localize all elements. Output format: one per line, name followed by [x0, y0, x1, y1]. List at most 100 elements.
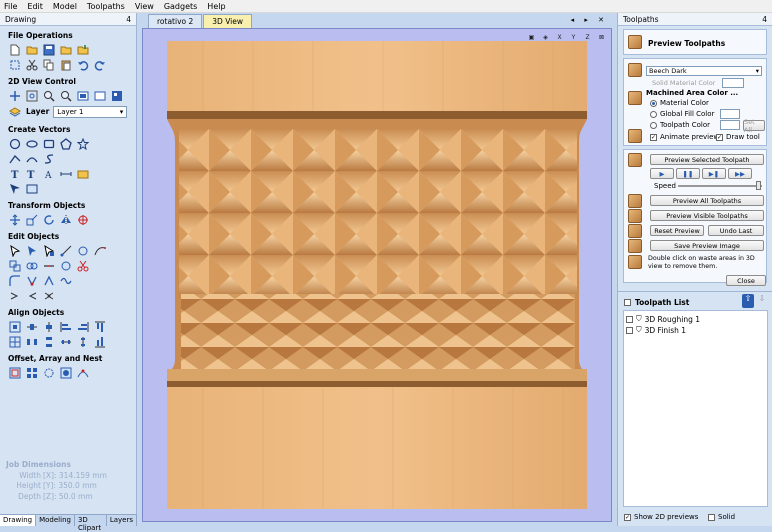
step-button[interactable]: ▶❚	[702, 168, 726, 179]
tab-controls[interactable]: ◂ ▸ ✕	[571, 16, 608, 24]
mirror-icon[interactable]	[59, 213, 73, 226]
close-button[interactable]: Close	[726, 275, 766, 286]
zoom-in-icon[interactable]	[42, 89, 56, 102]
global-fill-radio[interactable]	[650, 111, 657, 118]
job-setup-icon[interactable]	[8, 58, 22, 71]
curve-fit-icon[interactable]	[42, 274, 56, 287]
dogbone-icon[interactable]	[25, 274, 39, 287]
speed-slider-thumb[interactable]	[756, 181, 761, 190]
dimension-icon[interactable]	[59, 167, 73, 180]
arc-tool-icon[interactable]	[25, 152, 39, 165]
offset-icon[interactable]	[8, 366, 22, 379]
copy-along-icon[interactable]	[76, 366, 90, 379]
fillet-icon[interactable]	[8, 274, 22, 287]
set-all-button[interactable]: Set All	[743, 118, 765, 134]
smooth-icon[interactable]	[59, 274, 73, 287]
ungroup-icon[interactable]	[25, 259, 39, 272]
material-color-radio[interactable]	[650, 100, 657, 107]
draw-tool-checkbox[interactable]: ✓	[716, 134, 723, 141]
align-v-center-icon[interactable]	[42, 320, 56, 333]
curve-tool-icon[interactable]	[42, 152, 56, 165]
show-2d-previews-checkbox[interactable]: ✓	[624, 514, 631, 521]
move-up-icon[interactable]: ⇧	[742, 294, 754, 308]
speed-slider[interactable]	[678, 185, 762, 187]
tab-3d-view[interactable]: 3D View	[203, 14, 252, 28]
menu-edit[interactable]: Edit	[27, 2, 43, 11]
space-v-icon[interactable]	[76, 335, 90, 348]
zoom-box-icon[interactable]	[25, 89, 39, 102]
node-edit-icon[interactable]	[25, 244, 39, 257]
menu-model[interactable]: Model	[53, 2, 77, 11]
copy-icon[interactable]	[42, 58, 56, 71]
rectangle-tool-icon[interactable]	[42, 137, 56, 150]
distribute-v-icon[interactable]	[42, 335, 56, 348]
iso-view-icon[interactable]: ◈	[540, 32, 551, 43]
align-center-icon[interactable]	[8, 320, 22, 333]
offset-edit-icon[interactable]	[76, 244, 90, 257]
nest-icon[interactable]	[59, 366, 73, 379]
new-file-icon[interactable]	[8, 43, 22, 56]
pan-icon[interactable]	[8, 89, 22, 102]
preview-all-button[interactable]: Preview All Toolpaths	[650, 195, 764, 206]
menu-view[interactable]: View	[135, 2, 154, 11]
text-tool-icon[interactable]: T	[8, 167, 22, 180]
group-icon[interactable]	[8, 259, 22, 272]
draw-shape-icon[interactable]	[8, 182, 22, 195]
toolpath-item[interactable]: ⛉ 3D Finish 1	[626, 325, 686, 335]
join-icon[interactable]	[42, 259, 56, 272]
view-y-icon[interactable]: Y	[568, 32, 579, 43]
bool-add-icon[interactable]	[8, 289, 22, 302]
view-tiles-icon[interactable]	[110, 89, 124, 102]
star-tool-icon[interactable]	[76, 137, 90, 150]
menu-file[interactable]: File	[4, 2, 17, 11]
cut-icon[interactable]	[25, 58, 39, 71]
select-icon[interactable]	[8, 244, 22, 257]
save-preview-button[interactable]: Save Preview Image	[650, 240, 764, 251]
preview-visible-button[interactable]: Preview Visible Toolpaths	[650, 210, 764, 221]
align-bottom-icon[interactable]	[93, 335, 107, 348]
toolpath-item[interactable]: ⛉ 3D Roughing 1	[626, 314, 700, 324]
toolpath-list-checkbox[interactable]	[624, 299, 631, 306]
animate-preview-checkbox[interactable]: ✓	[650, 134, 657, 141]
text-on-curve-icon[interactable]: T	[25, 167, 39, 180]
array-icon[interactable]	[25, 366, 39, 379]
tab-modeling[interactable]: Modeling	[36, 515, 75, 526]
tab-3d-clipart[interactable]: 3D Clipart	[75, 515, 107, 532]
material-select[interactable]: Beech Dark ▾	[646, 66, 762, 76]
tab-layers[interactable]: Layers	[107, 515, 137, 526]
menu-help[interactable]: Help	[207, 2, 225, 11]
bezier-icon[interactable]	[93, 244, 107, 257]
pin-icon[interactable]: 4	[762, 15, 767, 24]
image-tool-icon[interactable]	[25, 182, 39, 195]
open-file-icon[interactable]	[25, 43, 39, 56]
toolpath-item-checkbox[interactable]	[626, 326, 633, 334]
set-position-icon[interactable]	[76, 213, 90, 226]
distribute-h-icon[interactable]	[25, 335, 39, 348]
3d-view-canvas[interactable]: ▣ ◈ X Y Z ⊠	[142, 28, 612, 522]
trim-icon[interactable]	[76, 259, 90, 272]
redo-icon[interactable]	[93, 58, 107, 71]
circular-array-icon[interactable]	[42, 366, 56, 379]
toolpath-item-checkbox[interactable]	[626, 315, 633, 323]
pin-icon[interactable]: 4	[126, 15, 131, 24]
scale-icon[interactable]	[25, 213, 39, 226]
align-middle-icon[interactable]	[8, 335, 22, 348]
menu-gadgets[interactable]: Gadgets	[164, 2, 197, 11]
view-x-icon[interactable]: X	[554, 32, 565, 43]
interactive-select-icon[interactable]	[42, 244, 56, 257]
save-icon[interactable]	[42, 43, 56, 56]
solid-color-swatch[interactable]	[722, 78, 744, 88]
preview-selected-button[interactable]: Preview Selected Toolpath	[650, 154, 764, 165]
bool-intersect-icon[interactable]	[42, 289, 56, 302]
undo-last-button[interactable]: Undo Last	[708, 225, 764, 236]
space-h-icon[interactable]	[59, 335, 73, 348]
align-left-icon[interactable]	[59, 320, 73, 333]
import-icon[interactable]	[76, 43, 90, 56]
rotate-icon[interactable]	[42, 213, 56, 226]
zoom-fit-icon[interactable]: ▣	[526, 32, 537, 43]
solid-checkbox[interactable]	[708, 514, 715, 521]
ellipse-tool-icon[interactable]	[25, 137, 39, 150]
toolpath-color-swatch[interactable]	[720, 120, 740, 130]
move-down-icon[interactable]: ⇩	[756, 294, 768, 308]
reset-preview-button[interactable]: Reset Preview	[650, 225, 704, 236]
